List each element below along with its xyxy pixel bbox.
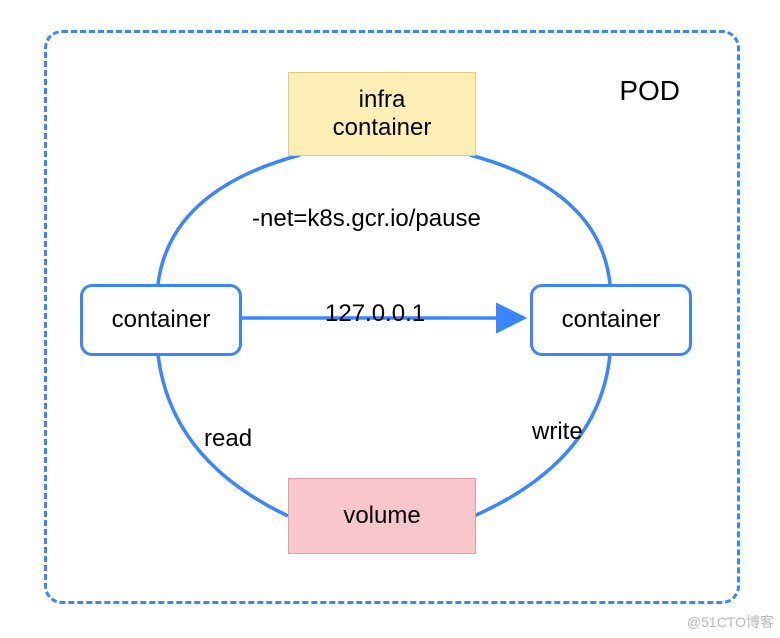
watermark: @51CTO博客 bbox=[687, 612, 774, 632]
edge-label-ip: 127.0.0.1 bbox=[325, 300, 425, 328]
container-right-node: container bbox=[530, 284, 692, 356]
volume-node: volume bbox=[288, 478, 476, 554]
infra-container-label: infra container bbox=[333, 86, 432, 141]
pod-label: POD bbox=[619, 75, 680, 107]
container-right-label: container bbox=[562, 306, 661, 334]
edge-label-net: -net=k8s.gcr.io/pause bbox=[252, 205, 481, 233]
infra-container-node: infra container bbox=[288, 72, 476, 156]
edge-label-write: write bbox=[532, 418, 583, 446]
volume-label: volume bbox=[343, 502, 420, 530]
container-left-label: container bbox=[112, 306, 211, 334]
container-left-node: container bbox=[80, 284, 242, 356]
edge-label-read: read bbox=[204, 425, 252, 453]
